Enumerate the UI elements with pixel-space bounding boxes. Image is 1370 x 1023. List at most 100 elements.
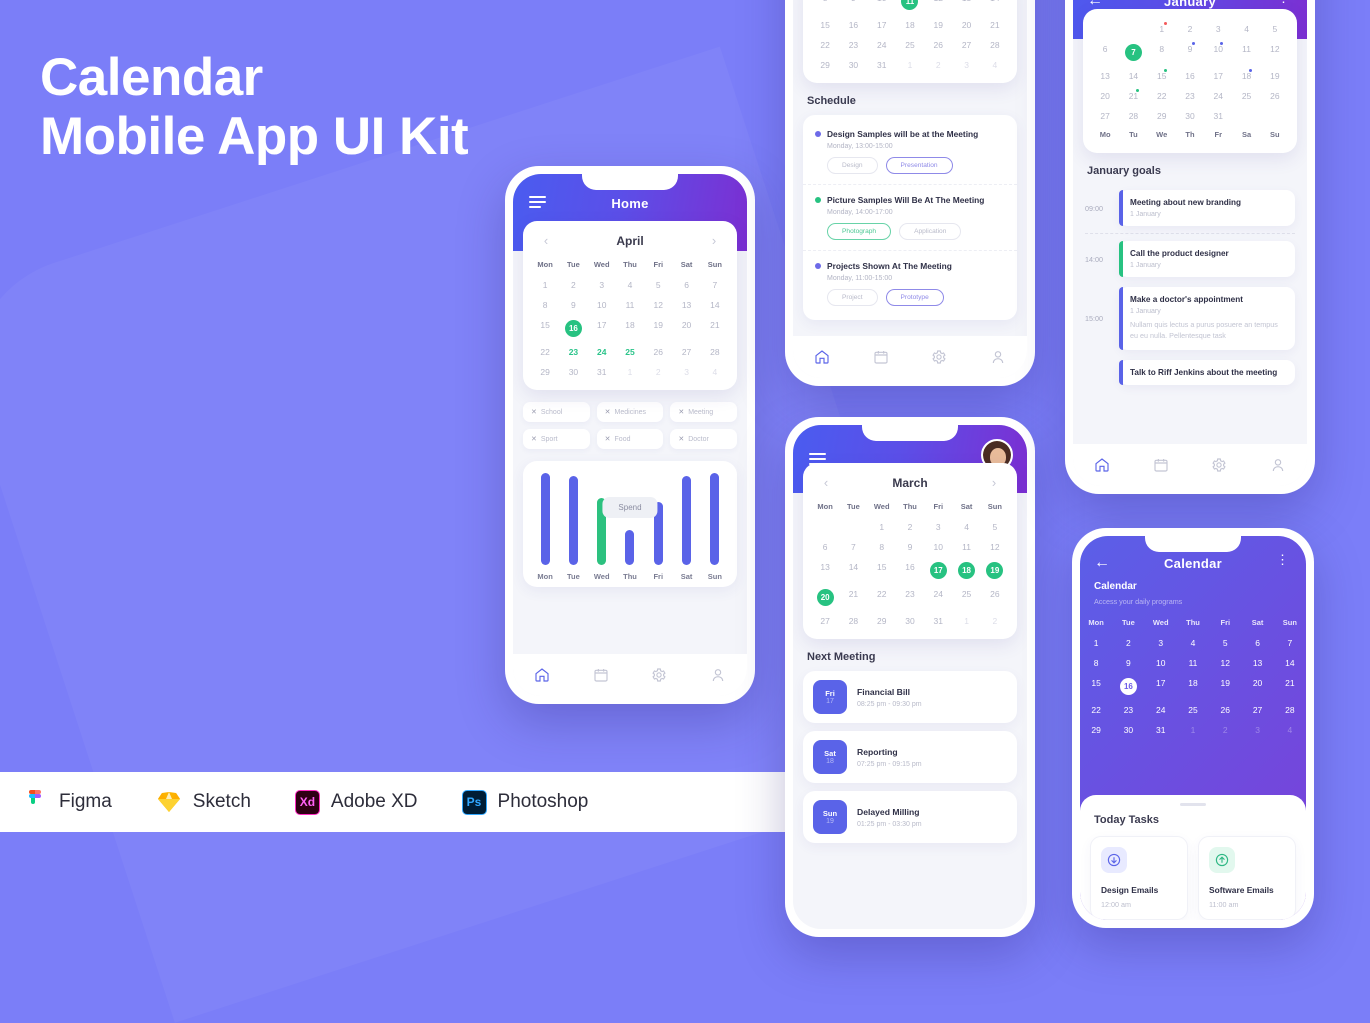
chart-bar[interactable] <box>625 530 635 565</box>
chart-bar[interactable] <box>682 476 692 565</box>
close-icon[interactable]: ✕ <box>531 408 537 416</box>
goal-card[interactable]: Meeting about new branding 1 January <box>1119 190 1295 226</box>
calendar-day[interactable]: 28 <box>1119 106 1147 126</box>
calendar-day[interactable]: 27 <box>1241 700 1273 720</box>
calendar-day[interactable]: 28 <box>981 35 1009 55</box>
calendar-day[interactable]: 16 <box>839 15 867 35</box>
drag-handle[interactable] <box>1180 803 1206 806</box>
filter-tag[interactable]: ✕ Meeting <box>670 402 737 422</box>
calendar-day[interactable]: 3 <box>1241 720 1273 740</box>
calendar-day[interactable]: 1 <box>531 275 559 295</box>
calendar-day[interactable]: 12 <box>1209 653 1241 673</box>
calendar-day[interactable]: 8 <box>1148 39 1176 66</box>
calendar-day[interactable]: 14 <box>1274 653 1306 673</box>
prev-month-button[interactable]: ‹ <box>539 233 553 248</box>
calendar-day[interactable]: 10 <box>588 295 616 315</box>
calendar-day[interactable]: 10 <box>924 537 952 557</box>
calendar-day[interactable]: 5 <box>1209 633 1241 653</box>
calendar-day[interactable]: 12 <box>924 0 952 15</box>
calendar-day[interactable]: 2 <box>559 275 587 295</box>
schedule-item[interactable]: Picture Samples Will Be At The Meeting M… <box>803 185 1017 251</box>
software-item-sketch[interactable]: Sketch <box>134 789 273 815</box>
chart-bar[interactable] <box>568 476 578 565</box>
calendar-day[interactable]: 23 <box>896 584 924 611</box>
calendar-day[interactable]: 8 <box>531 295 559 315</box>
calendar-day[interactable]: 21 <box>1274 673 1306 700</box>
calendar-day[interactable]: 8 <box>868 537 896 557</box>
calendar-day[interactable]: 8 <box>1080 653 1112 673</box>
calendar-day[interactable]: 30 <box>1112 720 1144 740</box>
calendar-day[interactable]: 17 <box>1145 673 1177 700</box>
calendar-day[interactable]: 9 <box>1176 39 1204 66</box>
calendar-day[interactable]: 20 <box>1091 86 1119 106</box>
calendar-day[interactable]: 3 <box>1204 19 1232 39</box>
more-options-icon[interactable]: ⋮ <box>1276 552 1290 568</box>
schedule-chip[interactable]: Application <box>899 223 962 240</box>
calendar-day[interactable]: 12 <box>644 295 672 315</box>
calendar-day[interactable]: 14 <box>701 295 729 315</box>
calendar-day[interactable]: 11 <box>952 537 980 557</box>
calendar-day[interactable]: 5 <box>1261 19 1289 39</box>
calendar-day[interactable]: 21 <box>701 315 729 342</box>
calendar-day[interactable]: 4 <box>952 517 980 537</box>
calendar-day[interactable]: 3 <box>588 275 616 295</box>
calendar-day[interactable]: 2 <box>1209 720 1241 740</box>
calendar-day[interactable]: 27 <box>672 342 700 362</box>
calendar-day[interactable]: 22 <box>531 342 559 362</box>
calendar-day[interactable]: 2 <box>924 55 952 75</box>
calendar-day[interactable]: 22 <box>811 35 839 55</box>
filter-tag[interactable]: ✕ Food <box>596 429 664 449</box>
filter-tag[interactable]: ✕ Doctor <box>670 429 737 449</box>
calendar-day[interactable]: 14 <box>1119 66 1147 86</box>
calendar-day[interactable]: 11 <box>1177 653 1209 673</box>
goal-row[interactable]: 14:00 Call the product designer 1 Januar… <box>1073 236 1307 282</box>
calendar-day[interactable]: 26 <box>1209 700 1241 720</box>
calendar-day[interactable]: 9 <box>896 537 924 557</box>
calendar-day[interactable]: 1 <box>952 611 980 631</box>
calendar-day[interactable]: 15 <box>1148 66 1176 86</box>
nav-person[interactable] <box>990 349 1006 365</box>
schedule-chip[interactable]: Project <box>827 289 878 306</box>
meeting-card[interactable]: Sun 19 Delayed Milling 01:25 pm - 03:30 … <box>803 791 1017 843</box>
calendar-day[interactable]: 10 <box>868 0 896 15</box>
calendar-day[interactable]: 1 <box>1080 633 1112 653</box>
nav-calendar[interactable] <box>593 667 609 683</box>
calendar-day[interactable]: 29 <box>1148 106 1176 126</box>
calendar-day[interactable]: 31 <box>924 611 952 631</box>
calendar-day[interactable]: 4 <box>701 362 729 382</box>
calendar-day[interactable]: 23 <box>1112 700 1144 720</box>
task-card[interactable]: Software Emails 11:00 am <box>1198 836 1296 920</box>
schedule-chip[interactable]: Photograph <box>827 223 892 240</box>
calendar-day[interactable]: 6 <box>811 537 839 557</box>
calendar-day[interactable]: 15 <box>868 557 896 584</box>
calendar-day[interactable]: 23 <box>559 342 587 362</box>
calendar-day[interactable]: 12 <box>1261 39 1289 66</box>
chart-bar[interactable] <box>710 473 720 565</box>
calendar-day[interactable]: 16 <box>1112 673 1144 700</box>
goal-row[interactable]: Talk to Riff Jenkins about the meeting <box>1073 355 1307 390</box>
calendar-day[interactable]: 21 <box>1119 86 1147 106</box>
calendar-day[interactable]: 7 <box>839 537 867 557</box>
calendar-day[interactable]: 30 <box>559 362 587 382</box>
filter-tag[interactable]: ✕ Medicines <box>596 402 664 422</box>
calendar-day[interactable]: 10 <box>1204 39 1232 66</box>
calendar-day[interactable]: 18 <box>1177 673 1209 700</box>
calendar-day[interactable]: 22 <box>868 584 896 611</box>
calendar-day[interactable]: 2 <box>981 611 1009 631</box>
nav-home[interactable] <box>814 349 830 365</box>
calendar-day[interactable]: 13 <box>1241 653 1273 673</box>
next-month-button[interactable]: › <box>707 233 721 248</box>
schedule-chip[interactable]: Design <box>827 157 878 174</box>
calendar-day[interactable]: 29 <box>868 611 896 631</box>
calendar-day[interactable]: 8 <box>811 0 839 15</box>
calendar-day[interactable]: 18 <box>1232 66 1260 86</box>
calendar-day[interactable]: 1 <box>1177 720 1209 740</box>
calendar-day[interactable]: 2 <box>644 362 672 382</box>
calendar-day[interactable]: 30 <box>1176 106 1204 126</box>
nav-gear[interactable] <box>651 667 667 683</box>
calendar-day[interactable]: 24 <box>924 584 952 611</box>
goal-card[interactable]: Call the product designer 1 January <box>1119 241 1295 277</box>
close-icon[interactable]: ✕ <box>531 435 537 443</box>
nav-home[interactable] <box>1094 457 1110 473</box>
calendar-day[interactable]: 1 <box>868 517 896 537</box>
